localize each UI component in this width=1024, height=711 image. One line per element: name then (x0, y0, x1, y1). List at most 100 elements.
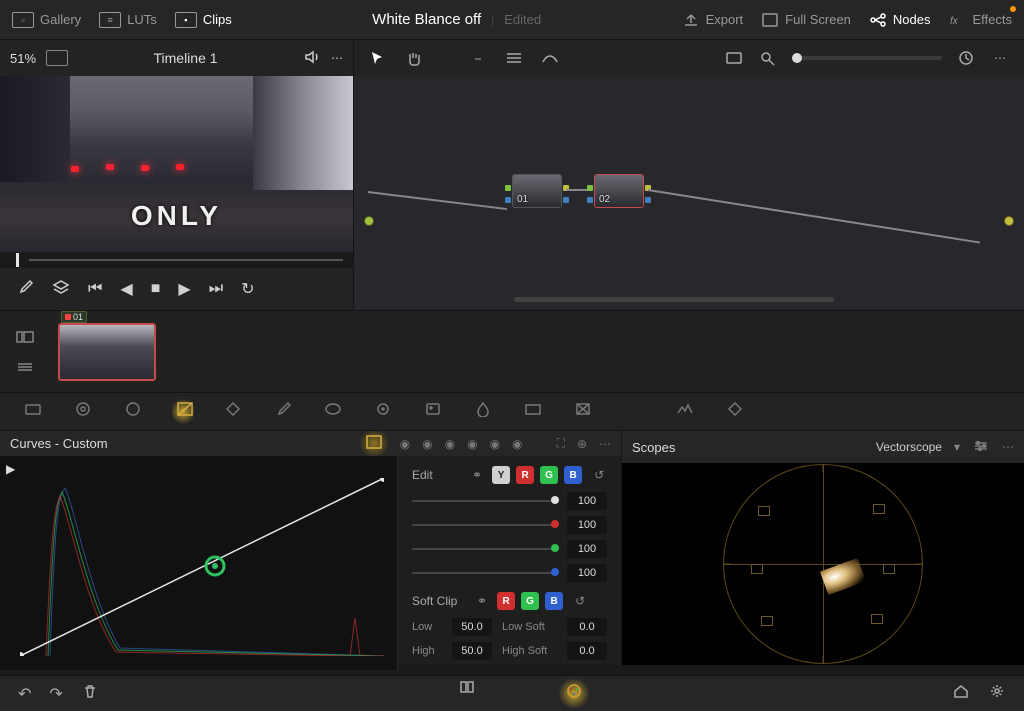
search-icon[interactable] (758, 48, 778, 68)
fit-icon[interactable] (46, 50, 68, 66)
slider-r[interactable] (412, 524, 559, 526)
clips-tab[interactable]: ▪ Clips (175, 12, 232, 28)
prev-frame-button[interactable]: ◀ (120, 279, 132, 299)
settings-button[interactable] (988, 683, 1006, 704)
link-icon[interactable]: ⚭ (472, 468, 482, 482)
playhead[interactable] (16, 253, 19, 267)
reset-softclip-icon[interactable]: ↺ (575, 594, 585, 608)
channel-b-button[interactable]: B (564, 466, 582, 484)
sc-g-button[interactable]: G (521, 592, 539, 610)
curves-menu-icon[interactable]: ⋯ (599, 437, 611, 451)
layers-icon[interactable] (52, 279, 70, 300)
loop-button[interactable]: ↻ (241, 279, 254, 299)
timeline-name[interactable]: Timeline 1 (78, 50, 293, 66)
sizing-icon[interactable] (572, 401, 594, 422)
val-r[interactable]: 100 (567, 516, 607, 534)
low-value[interactable]: 50.0 (452, 618, 492, 636)
softclip-link-icon[interactable]: ⚭ (477, 594, 487, 608)
lowsoft-value[interactable]: 0.0 (567, 618, 607, 636)
history-icon[interactable] (956, 48, 976, 68)
source-port[interactable] (364, 216, 374, 226)
page-nav-icon[interactable] (459, 679, 477, 708)
tracking-icon[interactable] (372, 401, 394, 422)
luts-tab[interactable]: ≡ LUTs (99, 12, 157, 28)
camera-raw-icon[interactable] (22, 401, 44, 422)
expand-icon[interactable]: ⛶ (557, 436, 565, 451)
curve-handle-icon[interactable]: ▶ (6, 462, 15, 476)
slider-b[interactable] (412, 572, 559, 574)
audio-icon[interactable] (303, 49, 321, 68)
sc-b-button[interactable]: B (545, 592, 563, 610)
scrub-bar[interactable] (0, 252, 353, 268)
eyedropper-icon[interactable] (16, 279, 34, 300)
sat-lum-icon[interactable]: ◉ (512, 437, 522, 451)
scopes-menu-icon[interactable]: ⋯ (1002, 440, 1014, 454)
export-button[interactable]: Export (682, 12, 744, 28)
thumbnail-size-slider[interactable] (792, 56, 942, 60)
color-page-icon[interactable] (557, 679, 591, 708)
reset-edit-icon[interactable]: ↺ (594, 468, 604, 482)
last-frame-button[interactable]: ⏭ (209, 280, 223, 298)
node-tool-1-icon[interactable]: ⎯ (468, 48, 488, 68)
curves-palette-icon[interactable] (172, 397, 194, 426)
hand-tool-icon[interactable] (404, 48, 424, 68)
window-icon[interactable] (322, 401, 344, 422)
magic-mask-icon[interactable] (422, 401, 444, 422)
custom-curves-icon[interactable] (360, 431, 388, 456)
slider-y[interactable] (412, 500, 559, 502)
keyframe-icon[interactable] (674, 401, 696, 422)
gallery-tab[interactable]: ▫ Gallery (12, 12, 81, 28)
sat-sat-icon[interactable]: ◉ (490, 437, 500, 451)
add-icon[interactable]: ⊕ (577, 437, 587, 451)
hue-hue-icon[interactable]: ◉ (400, 437, 410, 451)
stop-button[interactable]: ■ (151, 280, 161, 298)
redo-button[interactable]: ↷ (49, 684, 62, 704)
val-g[interactable]: 100 (567, 540, 607, 558)
hdr-icon[interactable] (122, 401, 144, 422)
nodes-tab[interactable]: Nodes (869, 12, 931, 28)
fullscreen-button[interactable]: Full Screen (761, 12, 851, 28)
sc-r-button[interactable]: R (497, 592, 515, 610)
viewer-image[interactable]: ONLY (0, 76, 353, 252)
hue-sat-icon[interactable]: ◉ (422, 437, 432, 451)
qualifier-icon[interactable] (272, 401, 294, 422)
clip-thumbnail[interactable] (58, 323, 156, 381)
color-warper-icon[interactable] (222, 401, 244, 422)
high-value[interactable]: 50.0 (452, 642, 492, 660)
val-y[interactable]: 100 (567, 492, 607, 510)
delete-button[interactable] (81, 683, 99, 704)
output-port[interactable] (1004, 216, 1014, 226)
timeline-view-icon[interactable] (16, 359, 38, 375)
scope-settings-icon[interactable] (972, 438, 990, 457)
channel-r-button[interactable]: R (516, 466, 534, 484)
highsoft-value[interactable]: 0.0 (567, 642, 607, 660)
node-canvas[interactable]: 01 02 (354, 76, 1024, 306)
undo-button[interactable]: ↶ (18, 684, 31, 704)
slider-g[interactable] (412, 548, 559, 550)
stills-icon[interactable] (724, 48, 744, 68)
info-icon[interactable] (724, 401, 746, 422)
val-b[interactable]: 100 (567, 564, 607, 582)
node-02[interactable]: 02 (594, 174, 644, 208)
lum-sat-icon[interactable]: ◉ (467, 437, 477, 451)
play-button[interactable]: ▶ (178, 279, 190, 299)
channel-g-button[interactable]: G (540, 466, 558, 484)
chevron-down-icon[interactable]: ▾ (954, 440, 960, 454)
scope-mode[interactable]: Vectorscope (876, 440, 942, 454)
curves-graph[interactable]: ▶ (0, 456, 398, 670)
hue-lum-icon[interactable]: ◉ (445, 437, 455, 451)
node-menu-icon[interactable]: ⋯ (990, 48, 1010, 68)
zoom-value[interactable]: 51% (10, 51, 36, 66)
node-tool-3-icon[interactable] (540, 48, 560, 68)
blur-icon[interactable] (472, 401, 494, 422)
home-button[interactable] (952, 683, 970, 704)
channel-y-button[interactable]: Y (492, 466, 510, 484)
node-scrollbar[interactable] (514, 297, 834, 302)
node-tool-2-icon[interactable] (504, 48, 524, 68)
viewer-menu-icon[interactable]: ⋯ (331, 51, 343, 65)
key-icon[interactable] (522, 401, 544, 422)
pointer-tool-icon[interactable] (368, 48, 388, 68)
color-wheels-icon[interactable] (72, 401, 94, 422)
node-01[interactable]: 01 (512, 174, 562, 208)
effects-tab[interactable]: fx Effects (948, 12, 1012, 28)
